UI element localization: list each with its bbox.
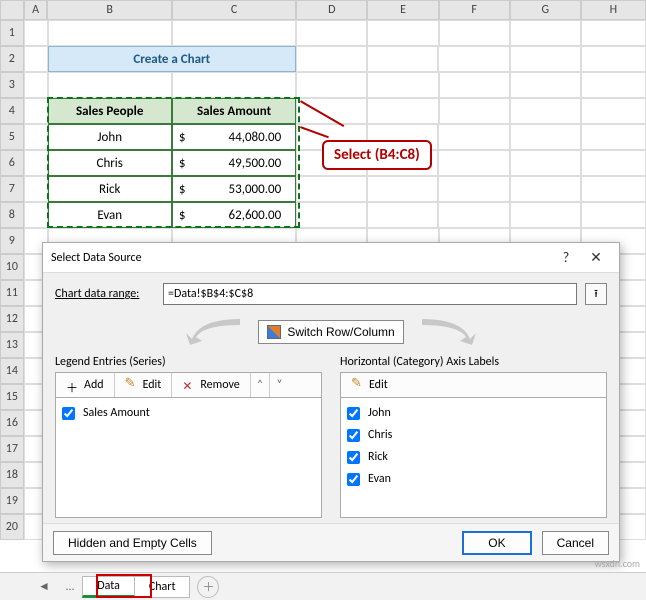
switch-row-column-button[interactable]: Switch Row/Column <box>258 320 403 344</box>
col-head-F[interactable]: F <box>439 0 510 20</box>
tab-nav-prev-icon[interactable]: ◄ <box>30 579 58 594</box>
list-item: John <box>347 402 600 424</box>
row-head-19[interactable]: 19 <box>0 488 24 514</box>
list-item: Rick <box>347 446 600 468</box>
table-header-amount[interactable]: Sales Amount <box>172 98 296 124</box>
row-head-18[interactable]: 18 <box>0 462 24 488</box>
table-header-people[interactable]: Sales People <box>48 98 172 124</box>
row-head-6[interactable]: 6 <box>0 150 24 176</box>
row-head-12[interactable]: 12 <box>0 306 24 332</box>
category-checkbox[interactable] <box>347 429 360 442</box>
watermark: wsxdn.com <box>595 557 640 570</box>
move-down-button[interactable]: ˅ <box>270 373 288 397</box>
col-head-G[interactable]: G <box>510 0 581 20</box>
row-head-17[interactable]: 17 <box>0 436 24 462</box>
table-row[interactable]: $53,000.00 <box>172 176 296 202</box>
row-head-15[interactable]: 15 <box>0 384 24 410</box>
remove-series-button[interactable]: Remove <box>172 373 250 397</box>
swoosh-arrow-left-icon <box>180 317 250 347</box>
category-listbox[interactable]: John Chris Rick Evan <box>340 398 607 518</box>
series-listbox[interactable]: Sales Amount <box>55 398 322 518</box>
list-item: Evan <box>347 468 600 490</box>
select-all-corner[interactable] <box>0 0 24 20</box>
edit-axis-button[interactable]: Edit <box>341 373 398 397</box>
col-head-E[interactable]: E <box>367 0 438 20</box>
swoosh-arrow-right-icon <box>412 317 482 347</box>
list-item: Chris <box>347 424 600 446</box>
add-sheet-button[interactable]: ＋ <box>197 576 219 598</box>
table-row[interactable]: $44,080.00 <box>172 124 296 150</box>
table-row[interactable]: $49,500.00 <box>172 150 296 176</box>
cancel-button[interactable]: Cancel <box>542 531 609 555</box>
col-head-C[interactable]: C <box>172 0 296 20</box>
chevron-up-icon: ˄ <box>257 378 263 392</box>
col-head-H[interactable]: H <box>581 0 646 20</box>
col-head-D[interactable]: D <box>296 0 367 20</box>
move-up-button[interactable]: ˄ <box>251 373 270 397</box>
table-row[interactable]: Evan <box>48 202 172 228</box>
dialog-title: Select Data Source <box>51 251 551 265</box>
row-head-4[interactable]: 4 <box>0 98 24 124</box>
edit-icon <box>125 379 138 392</box>
row-head-3[interactable]: 3 <box>0 72 24 98</box>
range-picker-button[interactable]: ⭱ <box>585 283 607 305</box>
col-head-B[interactable]: B <box>47 0 171 20</box>
close-button[interactable]: ✕ <box>581 249 611 266</box>
row-head-8[interactable]: 8 <box>0 202 24 228</box>
select-data-source-dialog: Select Data Source ? ✕ Chart data range:… <box>42 242 620 562</box>
remove-icon <box>182 379 195 392</box>
row-head-1[interactable]: 1 <box>0 20 24 46</box>
sheet-tab-bar: ◄ … Data Chart ＋ <box>0 572 646 600</box>
col-head-A[interactable]: A <box>24 0 48 20</box>
table-row[interactable]: Rick <box>48 176 172 202</box>
tab-nav-more-icon[interactable]: … <box>58 580 82 594</box>
ok-button[interactable]: OK <box>462 531 531 555</box>
add-icon: ＋ <box>66 379 79 392</box>
row-head-10[interactable]: 10 <box>0 254 24 280</box>
chart-data-range-input[interactable] <box>163 283 577 305</box>
row-head-5[interactable]: 5 <box>0 124 24 150</box>
edit-series-button[interactable]: Edit <box>115 373 173 397</box>
collapse-dialog-icon: ⭱ <box>594 285 598 304</box>
row-head-7[interactable]: 7 <box>0 176 24 202</box>
row-head-16[interactable]: 16 <box>0 410 24 436</box>
legend-entries-label: Legend Entries (Series) <box>55 355 322 369</box>
category-checkbox[interactable] <box>347 451 360 464</box>
category-checkbox[interactable] <box>347 407 360 420</box>
series-checkbox[interactable] <box>62 407 75 420</box>
row-head-9[interactable]: 9 <box>0 228 24 254</box>
help-button[interactable]: ? <box>551 249 581 266</box>
table-row[interactable]: $62,600.00 <box>172 202 296 228</box>
tab-chart[interactable]: Chart <box>134 576 191 598</box>
hidden-empty-cells-button[interactable]: Hidden and Empty Cells <box>53 531 212 555</box>
chevron-down-icon: ˅ <box>276 378 282 392</box>
chart-title-banner: Create a Chart <box>48 46 296 72</box>
plus-icon: ＋ <box>202 578 214 595</box>
chart-data-range-label: Chart data range: <box>55 287 155 301</box>
table-row[interactable]: John <box>48 124 172 150</box>
table-row[interactable]: Chris <box>48 150 172 176</box>
list-item: Sales Amount <box>62 402 315 424</box>
row-head-13[interactable]: 13 <box>0 332 24 358</box>
switch-icon <box>267 325 281 339</box>
edit-icon <box>351 379 364 392</box>
row-head-11[interactable]: 11 <box>0 280 24 306</box>
add-series-button[interactable]: ＋Add <box>56 373 115 397</box>
tab-data[interactable]: Data <box>82 576 135 598</box>
axis-labels-label: Horizontal (Category) Axis Labels <box>340 355 607 369</box>
row-head-20[interactable]: 20 <box>0 514 24 540</box>
row-head-2[interactable]: 2 <box>0 46 24 72</box>
category-checkbox[interactable] <box>347 473 360 486</box>
row-head-14[interactable]: 14 <box>0 358 24 384</box>
callout-box: Select (B4:C8) <box>322 140 432 170</box>
